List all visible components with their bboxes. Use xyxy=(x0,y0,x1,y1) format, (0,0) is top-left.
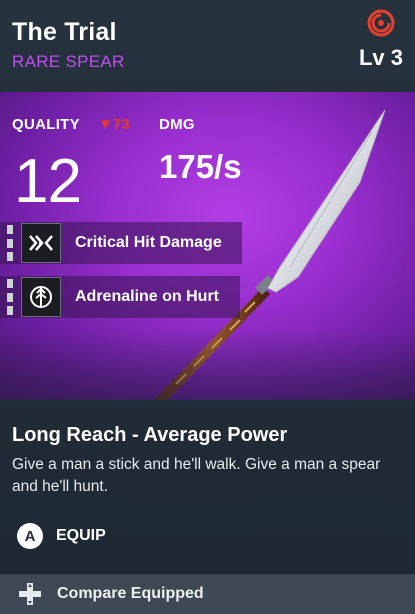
compare-label: Compare Equipped xyxy=(57,585,204,602)
perk-label: Adrenaline on Hurt xyxy=(75,288,220,305)
dmg-label: DMG xyxy=(159,116,195,133)
quality-value: 12 xyxy=(14,147,82,216)
perk-tier-bars xyxy=(7,279,15,315)
perk-label: Critical Hit Damage xyxy=(75,234,222,251)
perk-tier-bars xyxy=(7,225,15,261)
adrenaline-icon xyxy=(21,277,61,317)
description-title: Long Reach - Average Power xyxy=(12,424,288,446)
quality-label: QUALITY xyxy=(12,116,80,133)
dmg-value: 175/s xyxy=(159,148,242,185)
item-preview: QUALITY ▼73 DMG 12 175/s Critical Hit Da… xyxy=(0,92,415,400)
item-level: Lv 3 xyxy=(358,45,403,70)
perk-row: Critical Hit Damage xyxy=(0,222,242,264)
critical-hit-icon xyxy=(21,223,61,263)
item-tooltip-panel: The Trial RARE SPEAR Lv 3 QUALITY ▼73 DM… xyxy=(0,0,415,614)
a-button-icon: A xyxy=(17,523,43,549)
perk-row: Adrenaline on Hurt xyxy=(0,276,240,318)
item-rarity: RARE SPEAR xyxy=(12,52,125,71)
equip-button[interactable]: A EQUIP xyxy=(17,523,106,549)
item-name: The Trial xyxy=(12,18,117,46)
item-header: The Trial RARE SPEAR Lv 3 xyxy=(0,0,415,92)
equip-label: EQUIP xyxy=(56,527,106,544)
quality-delta: ▼73 xyxy=(98,116,130,133)
ubisoft-logo-icon xyxy=(367,9,395,37)
dpad-icon xyxy=(19,583,41,605)
compare-equipped-button[interactable]: Compare Equipped xyxy=(0,574,415,614)
description-text: Give a man a stick and he'll walk. Give … xyxy=(12,456,381,495)
